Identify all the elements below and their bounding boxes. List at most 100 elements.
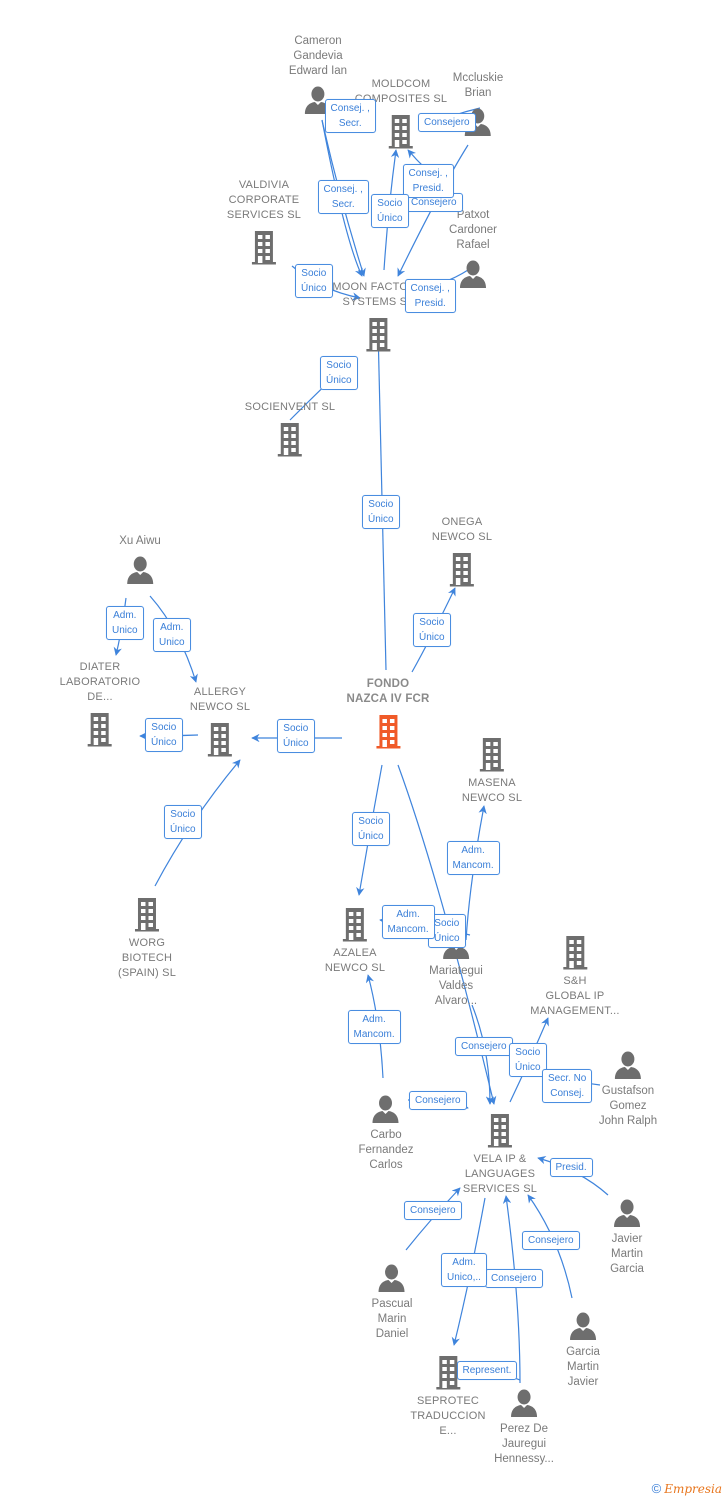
company-node-valdivia[interactable]: VALDIVIA CORPORATE SERVICES SL [227,178,301,265]
relationship-label[interactable]: Socio Único [295,264,333,298]
person-node-javier[interactable]: Javier Martin Garcia [610,1198,644,1277]
relationship-label[interactable]: Secr. No Consej. [542,1069,593,1103]
relationship-label-text: Socio [170,809,196,820]
relationship-label[interactable]: Adm. Unico [153,618,191,652]
building-icon [208,723,232,757]
node-name-line: DE... [87,691,113,703]
person-node-perez[interactable]: Perez De Jauregui Hennessy... [494,1388,554,1467]
relationship-label[interactable]: Consej. , Presid. [404,279,456,313]
company-node-socienvent[interactable]: SOCIENVENT SL [245,400,335,457]
node-name[interactable]: Javier Martin Garcia [610,1232,644,1277]
node-name-line: NEWCO SL [324,962,386,974]
relationship-label[interactable]: Socio Único [352,812,390,846]
relationship-label[interactable]: Adm. Mancom. [381,905,435,939]
relationship-label-text: Secr. No [548,1073,587,1084]
relationship-label[interactable]: Socio Único [362,495,400,529]
company-node-worg[interactable]: WORG BIOTECH (SPAIN) SL [118,896,176,981]
node-name[interactable]: Gustafson Gomez John Ralph [599,1084,657,1129]
node-name[interactable]: Patxot Cardoner Rafael [449,208,497,253]
node-name-line: Mariategui [429,965,483,977]
relationship-label[interactable]: Adm. Unico [106,606,144,640]
person-icon [372,1095,399,1123]
node-name-line: Martin [611,1248,643,1260]
relationship-label-text: Adm. [396,909,420,920]
person-node-patxot[interactable]: Patxot Cardoner Rafael [449,208,497,289]
relationship-label[interactable]: Consejero [409,1090,467,1110]
node-name[interactable]: SEPROTEC TRADUCCION E... [410,1394,485,1439]
relationship-label-text: Unico [112,625,138,636]
node-name-line: Javier [611,1233,643,1245]
node-name[interactable]: Mccluskie Brian [453,71,503,101]
relationship-label[interactable]: Adm. Mancom. [446,841,500,875]
node-name-line: Edward Ian [288,65,348,77]
node-name[interactable]: MASENA NEWCO SL [462,776,522,806]
relationship-label[interactable]: Consej. , Secr. [317,180,369,214]
node-name-line: Javier [567,1376,599,1388]
company-node-fondo[interactable]: FONDO NAZCA IV FCR [346,677,429,749]
company-node-onega[interactable]: ONEGA NEWCO SL [432,515,492,587]
node-name[interactable]: DIATER LABORATORIO DE... [60,660,141,705]
node-name[interactable]: Cameron Gandevia Edward Ian [289,34,347,79]
relationship-label[interactable]: Socio Único [371,194,409,228]
relationship-label[interactable]: Consejero [455,1036,513,1056]
relationship-label[interactable]: Consejero [418,112,476,132]
node-name[interactable]: Perez De Jauregui Hennessy... [494,1422,554,1467]
node-name[interactable]: AZALEA NEWCO SL [325,946,385,976]
relationship-label-text: Consejero [461,1040,507,1052]
node-name[interactable]: Mariategui Valdes Alvaro... [429,964,483,1009]
node-name[interactable]: S&H GLOBAL IP MANAGEMENT... [530,974,619,1019]
relationship-label-text: Consej. [550,1088,585,1099]
company-node-azalea[interactable]: AZALEA NEWCO SL [325,906,385,976]
node-name[interactable]: SOCIENVENT SL [245,400,335,415]
company-node-vela[interactable]: VELA IP & LANGUAGES SERVICES SL [463,1112,537,1197]
node-name[interactable]: FONDO NAZCA IV FCR [346,677,429,707]
edge-line [502,1195,521,1384]
person-node-carbo[interactable]: Carbo Fernandez Carlos [359,1094,414,1173]
person-node-garcia[interactable]: Garcia Martin Javier [566,1311,600,1390]
relationship-label[interactable]: Presid. [549,1157,593,1177]
node-name[interactable]: ONEGA NEWCO SL [432,515,492,545]
relationship-label[interactable]: Socio Único [277,719,315,753]
relationship-label[interactable]: Socio Único [509,1043,547,1077]
node-name[interactable]: Xu Aiwu [119,534,161,549]
relationship-label-text: Socio [434,918,460,929]
node-name-line: WORG [128,937,166,949]
node-name[interactable]: Carbo Fernandez Carlos [359,1128,414,1173]
person-node-xuaiwu[interactable]: Xu Aiwu [119,534,161,585]
relationship-label[interactable]: Socio Único [145,718,183,752]
empresia-logo: Empresia [664,1482,722,1496]
relationship-label[interactable]: Adm. Mancom. [347,1010,401,1044]
relationship-label-text: Adm. [160,622,184,633]
person-icon [570,1312,596,1340]
relationship-label[interactable]: Consejero [522,1230,580,1250]
person-node-gustafson[interactable]: Gustafson Gomez John Ralph [599,1050,657,1129]
node-name-line: TRADUCCION [410,1410,486,1422]
relationship-label-text: Consej. , [408,168,448,179]
node-name-line: MANAGEMENT... [530,1005,620,1017]
relationship-label[interactable]: Socio Único [320,356,358,390]
company-node-allergy[interactable]: ALLERGY NEWCO SL [190,685,250,757]
relationship-label[interactable]: Socio Único [164,805,202,839]
node-name-line: Fernandez [358,1144,414,1156]
company-node-shglobal[interactable]: S&H GLOBAL IP MANAGEMENT... [530,934,619,1019]
node-name[interactable]: VELA IP & LANGUAGES SERVICES SL [463,1152,537,1197]
node-name[interactable]: ALLERGY NEWCO SL [190,685,250,715]
relationship-label[interactable]: Consej. , Presid. [402,164,454,198]
node-name[interactable]: Garcia Martin Javier [566,1345,600,1390]
relationship-label[interactable]: Consej. , Secr. [324,99,376,133]
node-name-line: Gandevia [293,50,343,62]
node-name[interactable]: Pascual Marin Daniel [372,1297,413,1342]
person-node-pascual[interactable]: Pascual Marin Daniel [372,1263,413,1342]
relationship-label[interactable]: Represent. [456,1360,518,1380]
node-name-line: Cameron [294,35,342,47]
relationship-label-text: Adm. [461,845,485,856]
company-node-diater[interactable]: DIATER LABORATORIO DE... [60,660,141,747]
relationship-label[interactable]: Socio Único [413,613,451,647]
relationship-label[interactable]: Consejero [404,1200,462,1220]
relationship-label[interactable]: Consejero [485,1268,543,1288]
person-icon [127,556,153,584]
node-name[interactable]: VALDIVIA CORPORATE SERVICES SL [227,178,301,223]
node-name[interactable]: WORG BIOTECH (SPAIN) SL [118,936,176,981]
company-node-masena[interactable]: MASENA NEWCO SL [462,736,522,806]
relationship-label[interactable]: Adm. Unico,.. [441,1253,487,1287]
